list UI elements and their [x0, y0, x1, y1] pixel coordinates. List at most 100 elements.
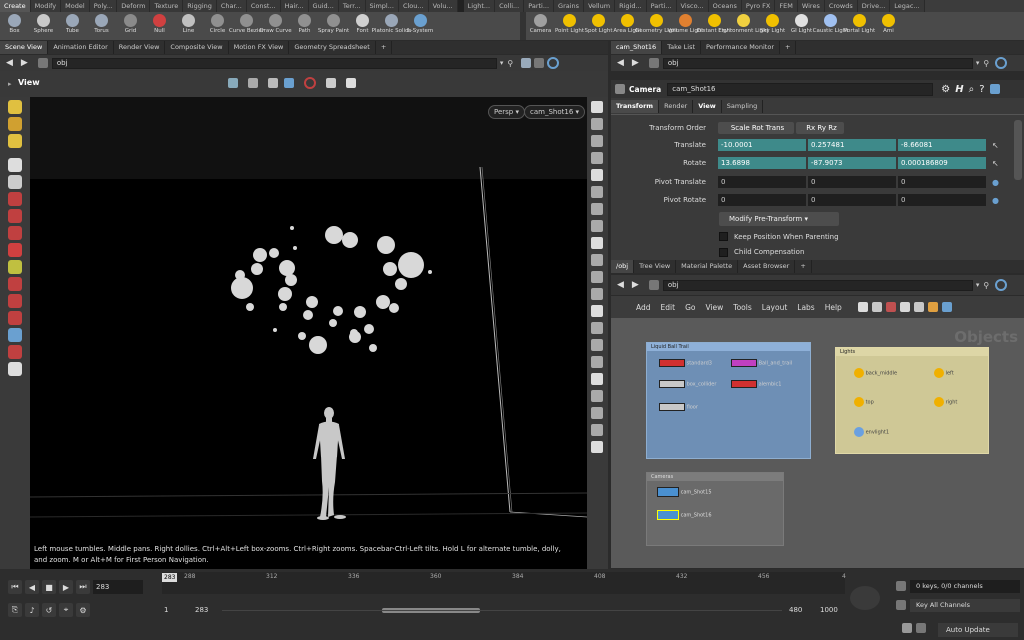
- pivot-translate-z-field[interactable]: 0: [898, 176, 986, 188]
- current-frame-field[interactable]: 283: [93, 580, 143, 594]
- no-render-icon[interactable]: [304, 77, 316, 89]
- link-icon[interactable]: [989, 84, 1000, 94]
- network-icon[interactable]: [648, 58, 659, 68]
- tool-spot-light[interactable]: Spot Light: [584, 12, 613, 40]
- tab-tree-view[interactable]: Tree View: [634, 260, 677, 273]
- tab-performance-monitor[interactable]: Performance Monitor: [701, 41, 780, 54]
- tool-geometry-light[interactable]: Geometry Light: [635, 12, 678, 40]
- path-field[interactable]: obj: [662, 279, 973, 291]
- tab-render-view[interactable]: Render View: [114, 41, 166, 54]
- rotate-order-menu[interactable]: Rx Ry Rz: [796, 122, 844, 134]
- tool-torus[interactable]: Torus: [87, 12, 116, 40]
- menu-labs[interactable]: Labs: [797, 303, 814, 312]
- translate-x-field[interactable]: -10.0001: [718, 139, 806, 151]
- translate-z-field[interactable]: -8.66081: [898, 139, 986, 151]
- shelf-tab-oceans[interactable]: Oceans: [708, 0, 742, 12]
- node-left[interactable]: left: [934, 368, 954, 378]
- scene-viewport[interactable]: Persp ▾ cam_Shot16 ▾ Left mouse tumbles.…: [30, 97, 587, 569]
- shelf-tab-simpl[interactable]: Simpl...: [365, 0, 399, 12]
- node-back-middle[interactable]: back_middle: [854, 368, 897, 378]
- back-arrow-icon[interactable]: ◀: [617, 280, 624, 290]
- shelf-tab-parti[interactable]: Parti...: [646, 0, 677, 12]
- shelf-tab-wires[interactable]: Wires: [797, 0, 825, 12]
- tiles-icon[interactable]: [913, 302, 924, 312]
- color-palette-icon[interactable]: [941, 302, 952, 312]
- gear-icon[interactable]: [346, 78, 356, 88]
- audio-icon[interactable]: ♪: [25, 603, 39, 617]
- tool-distant-light[interactable]: Distant Light: [697, 12, 732, 40]
- visibility-icon[interactable]: [326, 78, 336, 88]
- wire-icon[interactable]: [591, 339, 603, 351]
- rotate-y-field[interactable]: -87.9073: [808, 157, 896, 169]
- shelf-tab-pyro-fx[interactable]: Pyro FX: [741, 0, 776, 12]
- stop-button[interactable]: ■: [42, 580, 56, 594]
- shelf-tab-fem[interactable]: FEM: [775, 0, 798, 12]
- tool-environment-light[interactable]: Environment Light: [718, 12, 769, 40]
- chat-icon[interactable]: [902, 623, 912, 633]
- pane-link-icon[interactable]: [995, 57, 1008, 69]
- menu-go[interactable]: Go: [685, 303, 695, 312]
- range-start2-field[interactable]: 283: [195, 606, 208, 614]
- tool-draw-curve[interactable]: Draw Curve: [259, 12, 292, 40]
- snap-icon[interactable]: [228, 78, 238, 88]
- shelf-tab-rigid[interactable]: Rigid...: [615, 0, 647, 12]
- realtime-icon[interactable]: ⎘: [8, 603, 22, 617]
- range-end2-field[interactable]: 1000: [820, 606, 838, 614]
- edit-icon[interactable]: [591, 322, 603, 334]
- lock-icon[interactable]: [591, 118, 603, 130]
- move-icon[interactable]: [591, 305, 603, 317]
- menu-tools[interactable]: Tools: [733, 303, 751, 312]
- shelf-tab-parti[interactable]: Parti...: [524, 0, 555, 12]
- jump-end-button[interactable]: ⏭: [76, 580, 90, 594]
- tab-render[interactable]: Render: [659, 100, 694, 113]
- forward-arrow-icon[interactable]: ▶: [632, 58, 639, 68]
- shelf-tab-grains[interactable]: Grains: [554, 0, 585, 12]
- tool-font[interactable]: Font: [348, 12, 377, 40]
- display-icon[interactable]: [591, 169, 603, 181]
- node-ball-and-trail[interactable]: Ball_and_trail: [731, 359, 792, 368]
- global-anim-icon[interactable]: [850, 586, 880, 610]
- tab-take-list[interactable]: Take List: [662, 41, 702, 54]
- add-tab-button[interactable]: +: [795, 260, 812, 273]
- back-arrow-icon[interactable]: ◀: [617, 58, 624, 68]
- grid-icon[interactable]: [591, 356, 603, 368]
- handle-tool-icon[interactable]: [8, 100, 22, 114]
- tool-spray-paint[interactable]: Spray Paint: [318, 12, 349, 40]
- path-field[interactable]: obj: [51, 57, 497, 69]
- channel-key-icon[interactable]: ●: [992, 196, 999, 205]
- grid-icon[interactable]: [871, 302, 882, 312]
- shelf-tab-vellum[interactable]: Vellum: [584, 0, 616, 12]
- timeline-ruler[interactable]: 283 288 312 336 360 384 408 432 456 4: [162, 572, 846, 594]
- network-box-liquid[interactable]: Liquid Ball Trail standard3 Ball_and_tra…: [646, 342, 811, 459]
- shelf-tab-model[interactable]: Model: [61, 0, 90, 12]
- tab-material-palette[interactable]: Material Palette: [676, 260, 739, 273]
- forward-arrow-icon[interactable]: ▶: [21, 58, 28, 68]
- path-field[interactable]: obj: [662, 57, 973, 69]
- tab-transform[interactable]: Transform: [611, 100, 660, 113]
- tool-sphere[interactable]: Sphere: [29, 12, 58, 40]
- shelf-tab-hair[interactable]: Hair...: [280, 0, 309, 12]
- pane-menu-icon[interactable]: [534, 58, 545, 68]
- tab-view[interactable]: View: [693, 100, 722, 113]
- magnet-icon[interactable]: [8, 277, 22, 291]
- node-envlight1[interactable]: envlight1: [854, 427, 889, 437]
- tool-platonic-solids[interactable]: Platonic Solids: [372, 12, 411, 40]
- tool-portal-light[interactable]: Portal Light: [844, 12, 875, 40]
- network-editor[interactable]: Objects Liquid Ball Trail standard3 Ball…: [611, 318, 1024, 568]
- menu-view[interactable]: View: [705, 303, 723, 312]
- add-tab-button[interactable]: +: [376, 41, 393, 54]
- pivot-rotate-x-field[interactable]: 0: [718, 194, 806, 206]
- bake-icon[interactable]: [8, 362, 22, 376]
- tools-icon[interactable]: [857, 302, 868, 312]
- path-dropdown-icon[interactable]: ▾: [500, 59, 504, 67]
- channel-key-icon[interactable]: ●: [992, 178, 999, 187]
- shelf-tab-poly[interactable]: Poly...: [89, 0, 118, 12]
- channel-key-icon[interactable]: ↖: [992, 141, 999, 150]
- tool-null[interactable]: Null: [145, 12, 174, 40]
- shelf-tab-drive[interactable]: Drive...: [857, 0, 891, 12]
- view-menu-icon[interactable]: ▸: [8, 80, 12, 88]
- network-box-lights[interactable]: Lights back_middle left top right envlig…: [835, 347, 989, 454]
- tool-camera[interactable]: Camera: [526, 12, 555, 40]
- size-icon[interactable]: [591, 288, 603, 300]
- move-icon[interactable]: [8, 192, 22, 206]
